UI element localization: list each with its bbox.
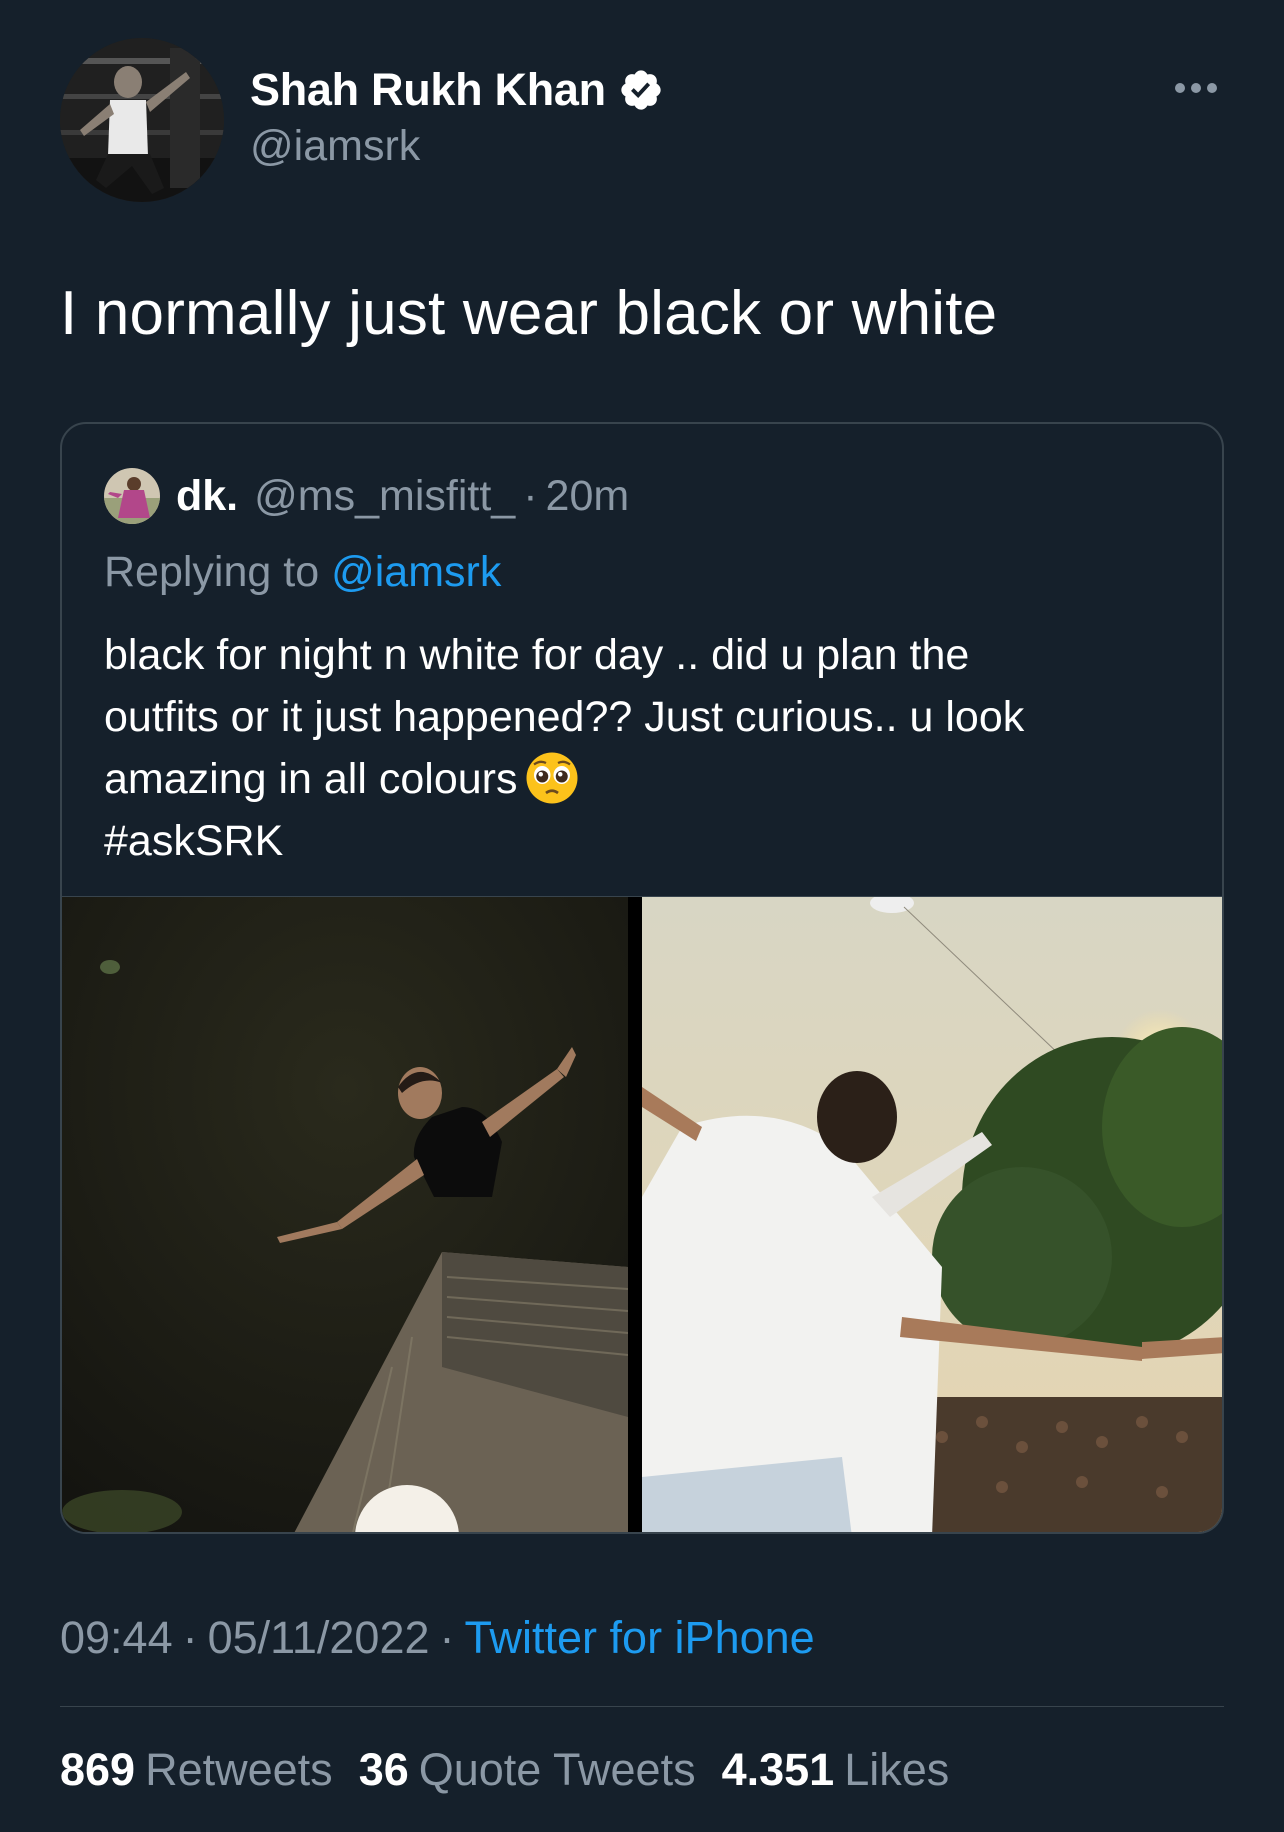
meta-separator: · — [182, 1612, 198, 1663]
author-avatar[interactable] — [60, 38, 224, 202]
quoted-separator: · — [523, 471, 538, 520]
quoted-hashtag[interactable]: #askSRK — [104, 810, 1024, 872]
stats-divider — [60, 1706, 1224, 1707]
quoted-author-name[interactable]: dk. — [176, 472, 238, 521]
quoted-text-line-3-row: amazing in all colours — [104, 748, 1024, 810]
day-photo-illustration — [642, 897, 1222, 1532]
night-photo-illustration — [62, 897, 628, 1532]
author-avatar-photo — [60, 38, 224, 202]
media-separator — [628, 897, 642, 1532]
meta-separator-2: · — [439, 1612, 455, 1663]
likes-stat[interactable]: 4.351 Likes — [722, 1744, 950, 1796]
replying-to-mention[interactable]: @iamsrk — [331, 548, 501, 596]
media-photo-day[interactable] — [642, 897, 1222, 1532]
replying-to-prefix: Replying to — [104, 548, 320, 596]
author-handle[interactable]: @iamsrk — [250, 122, 420, 171]
tweet-meta: 09:44 · 05/11/2022 · Twitter for iPhone — [60, 1612, 815, 1664]
quote-tweets-count: 36 — [358, 1744, 409, 1795]
quoted-tweet-card[interactable]: dk. @ms_misfitt_ · 20m Replying to @iams… — [60, 422, 1224, 1534]
retweets-label: Retweets — [145, 1744, 333, 1795]
quoted-author-avatar[interactable] — [104, 468, 160, 524]
quoted-text-line-1: black for night n white for day .. did u… — [104, 631, 970, 679]
pleading-face-emoji-icon — [526, 752, 578, 804]
quote-tweets-stat[interactable]: 36 Quote Tweets — [359, 1744, 696, 1796]
quoted-media-grid — [62, 896, 1222, 1532]
quoted-text-line-2: outfits or it just happened?? Just curio… — [104, 693, 1025, 741]
quoted-tweet-header: dk. @ms_misfitt_ · 20m — [104, 464, 629, 528]
quoted-avatar-photo — [104, 468, 160, 524]
tweet-stats: 869 Retweets 36 Quote Tweets 4.351 Likes — [60, 1744, 975, 1796]
more-options-button[interactable] — [1172, 80, 1220, 96]
quoted-author-handle[interactable]: @ms_misfitt_ — [254, 472, 515, 521]
replying-to-line: Replying to @iamsrk — [104, 548, 501, 597]
quoted-timestamp: 20m — [545, 471, 630, 520]
author-name[interactable]: Shah Rukh Khan — [250, 64, 606, 116]
tweet-date[interactable]: 05/11/2022 — [208, 1612, 430, 1663]
retweets-stat[interactable]: 869 Retweets — [60, 1744, 333, 1796]
retweets-count: 869 — [60, 1744, 136, 1795]
likes-count: 4.351 — [721, 1744, 835, 1795]
author-name-row[interactable]: Shah Rukh Khan — [250, 62, 664, 118]
tweet-time[interactable]: 09:44 — [60, 1612, 173, 1663]
quoted-text-line-3: amazing in all colours — [104, 755, 518, 803]
quote-tweets-label: Quote Tweets — [418, 1744, 696, 1795]
likes-label: Likes — [844, 1744, 950, 1795]
verified-badge-icon — [621, 70, 661, 110]
tweet-source-link[interactable]: Twitter for iPhone — [465, 1612, 815, 1663]
tweet-text: I normally just wear black or white — [60, 279, 998, 348]
more-horizontal-icon — [1175, 83, 1217, 93]
media-photo-night[interactable] — [62, 897, 628, 1532]
quoted-tweet-text: black for night n white for day .. did u… — [104, 624, 1024, 872]
